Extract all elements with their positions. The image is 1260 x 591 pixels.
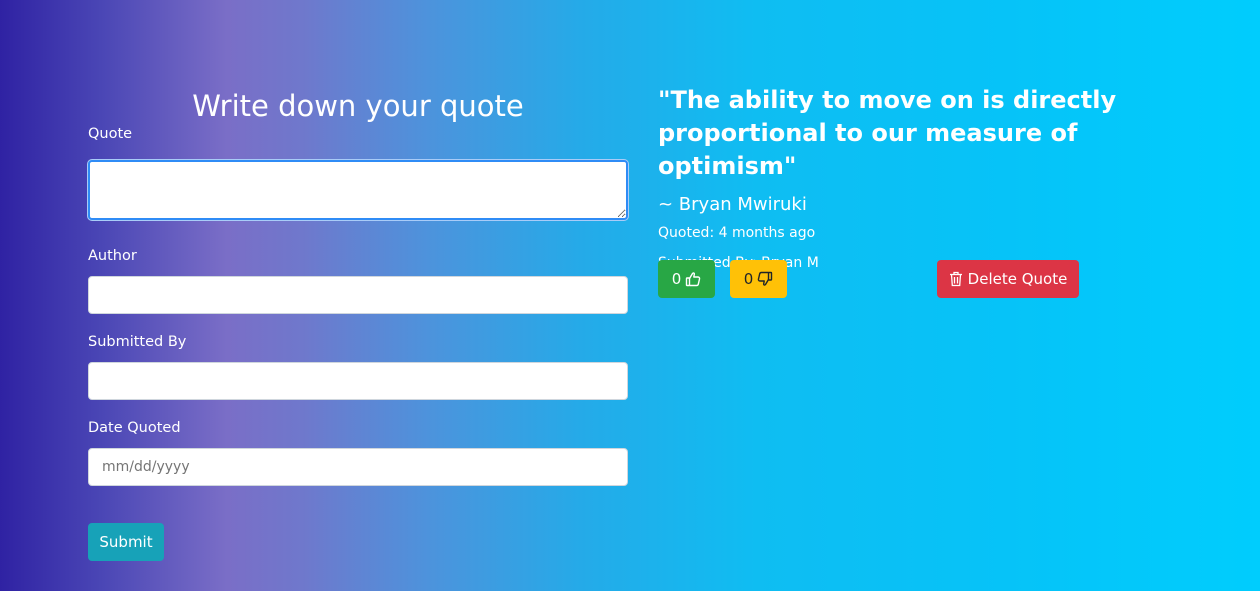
- quote-text: "The ability to move on is directly prop…: [658, 86, 1117, 180]
- date-quoted-input[interactable]: [88, 448, 628, 486]
- quote-card: "The ability to move on is directly prop…: [658, 84, 1218, 273]
- trash-icon: [949, 271, 962, 287]
- thumbs-up-icon: [686, 272, 701, 287]
- author-input[interactable]: [88, 276, 628, 314]
- upvote-button[interactable]: 0: [658, 260, 715, 298]
- delete-quote-label: Delete Quote: [967, 270, 1068, 288]
- thumbs-down-icon: [757, 271, 773, 286]
- quote-textarea[interactable]: [88, 160, 628, 220]
- author-label: Author: [88, 248, 137, 264]
- quote-author: ~ Bryan Mwiruki: [658, 194, 807, 215]
- submitted-by-input[interactable]: [88, 362, 628, 400]
- form-title: Write down your quote: [192, 89, 524, 123]
- quote-form: Write down your quote Quote Author Submi…: [88, 86, 628, 486]
- downvote-button[interactable]: 0: [730, 260, 787, 298]
- downvote-count: 0: [743, 270, 754, 288]
- quote-label: Quote: [88, 126, 133, 142]
- delete-quote-button[interactable]: Delete Quote: [937, 260, 1079, 298]
- date-quoted-label: Date Quoted: [88, 420, 181, 436]
- submitted-by-label: Submitted By: [88, 334, 187, 350]
- upvote-count: 0: [671, 270, 682, 288]
- quoted-date: Quoted: 4 months ago: [658, 225, 816, 241]
- submit-button[interactable]: Submit: [88, 523, 164, 561]
